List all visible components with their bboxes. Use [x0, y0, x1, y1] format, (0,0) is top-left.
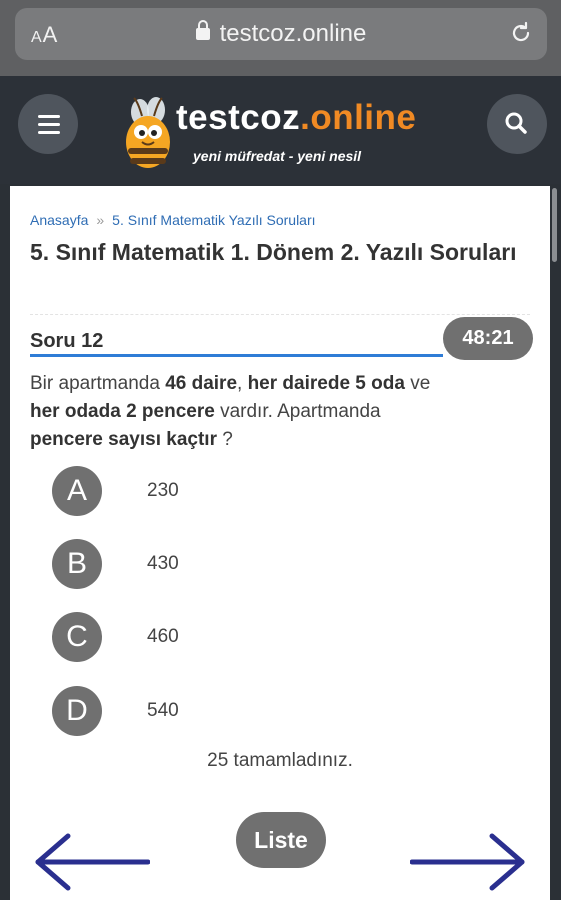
answer-option-d[interactable]: D 540 — [52, 686, 452, 736]
logo-wordmark: testcoz.online — [176, 98, 417, 137]
bee-mascot-icon — [126, 97, 170, 168]
option-value: 540 — [147, 700, 179, 721]
arrow-left-icon[interactable] — [30, 832, 150, 892]
answer-option-c[interactable]: C 460 — [52, 612, 452, 662]
question-text: Bir apartmanda 46 daire, her dairede 5 o… — [30, 373, 431, 450]
address-bar[interactable]: AA testcoz.online — [15, 8, 547, 60]
divider — [30, 314, 530, 315]
option-value: 460 — [147, 626, 179, 647]
breadcrumb: Anasayfa » 5. Sınıf Matematik Yazılı Sorul… — [30, 212, 316, 228]
list-button[interactable]: Liste — [236, 812, 326, 868]
site-header: testcoz.online yeni müfredat - yeni nesi… — [0, 76, 561, 184]
option-letter-badge: D — [52, 686, 102, 736]
option-letter-badge: C — [52, 612, 102, 662]
browser-toolbar: AA testcoz.online — [0, 0, 561, 76]
countdown-timer: 48:21 — [443, 317, 533, 360]
site-logo[interactable]: testcoz.online yeni müfredat - yeni nesi… — [118, 90, 448, 182]
url-display[interactable]: testcoz.online — [15, 20, 547, 48]
tagline: yeni müfredat - yeni nesil — [193, 148, 362, 164]
option-value: 430 — [147, 553, 179, 574]
breadcrumb-current-link[interactable]: 5. Sınıf Matematik Yazılı Soruları — [112, 212, 315, 228]
breadcrumb-separator: » — [96, 212, 105, 228]
page-title: 5. Sınıf Matematik 1. Dönem 2. Yazılı So… — [30, 239, 517, 265]
reload-icon[interactable] — [509, 21, 533, 45]
lock-icon — [195, 20, 210, 40]
answer-option-b[interactable]: B 430 — [52, 539, 452, 589]
answer-option-a[interactable]: A 230 — [52, 466, 452, 516]
option-letter-badge: A — [52, 466, 102, 516]
search-button[interactable] — [487, 94, 547, 154]
question-title: Soru 12 — [30, 330, 104, 352]
option-letter-badge: B — [52, 539, 102, 589]
option-value: 230 — [147, 480, 179, 501]
content-card: Anasayfa » 5. Sınıf Matematik Yazılı Sorul… — [10, 186, 550, 900]
arrow-right-icon[interactable] — [410, 832, 530, 892]
breadcrumb-home-link[interactable]: Anasayfa — [30, 212, 88, 228]
progress-text: 25 tamamladınız. — [207, 750, 353, 771]
question-title-underline — [30, 354, 443, 357]
url-text: testcoz.online — [219, 20, 367, 47]
search-icon — [505, 112, 527, 134]
menu-button[interactable] — [18, 94, 78, 154]
page-scrollbar[interactable] — [552, 188, 557, 262]
